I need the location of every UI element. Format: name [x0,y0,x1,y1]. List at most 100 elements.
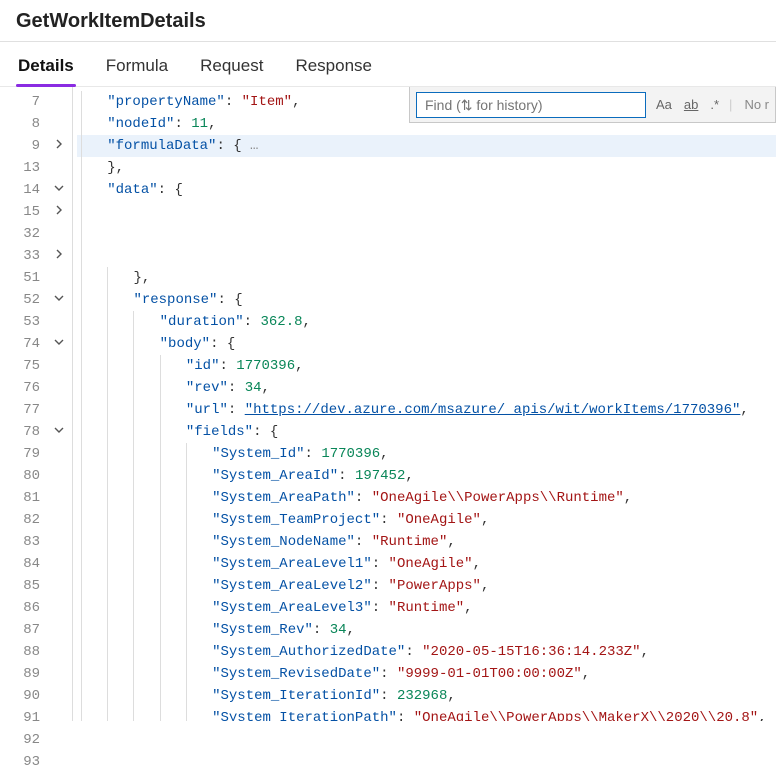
code-line[interactable]: "System_AuthorizedDate": "2020-05-15T16:… [77,641,776,663]
line-number: 92 [0,729,46,751]
fold-toggle[interactable] [46,333,72,355]
regex-toggle[interactable]: .* [708,95,721,114]
fold-toggle [46,113,72,135]
chevron-down-icon[interactable] [54,337,64,347]
chevron-right-icon[interactable] [54,249,64,259]
line-number: 85 [0,575,46,597]
code-line[interactable]: "fields": { [77,421,776,443]
code-line[interactable]: "System_IterationId": 232968, [77,685,776,707]
chevron-right-icon[interactable] [54,139,64,149]
chevron-down-icon[interactable] [54,183,64,193]
tab-bar: Details Formula Request Response [0,42,776,87]
tab-formula[interactable]: Formula [104,50,170,86]
line-number: 84 [0,553,46,575]
line-number: 7 [0,91,46,113]
line-number: 13 [0,157,46,179]
chevron-down-icon[interactable] [54,425,64,435]
fold-toggle[interactable] [46,179,72,201]
code-line[interactable]: "body": { [77,333,776,355]
line-number: 80 [0,465,46,487]
code-line[interactable]: "System_AreaLevel1": "OneAgile", [77,553,776,575]
line-number: 8 [0,113,46,135]
fold-toggle[interactable] [46,201,72,223]
fold-toggle [46,399,72,421]
find-widget[interactable]: Aa ab .* | No r [409,87,776,123]
line-number: 93 [0,751,46,773]
fold-toggle[interactable] [46,135,72,157]
fold-toggle [46,377,72,399]
line-number: 81 [0,487,46,509]
line-number-gutter: 7891314153233515253747576777879808182838… [0,87,46,721]
code-line[interactable] [77,201,776,223]
fold-toggle [46,553,72,575]
code-content[interactable]: "propertyName": "Item", "nodeId": 11, "f… [77,87,776,721]
gutter-border [72,87,73,721]
code-line[interactable]: "System_Rev": 34, [77,619,776,641]
code-line[interactable]: "response": { [77,289,776,311]
fold-toggle [46,157,72,179]
code-line[interactable] [77,223,776,245]
fold-toggle [46,641,72,663]
line-number: 91 [0,707,46,729]
code-line[interactable]: "System_IterationPath": "OneAgile\\Power… [77,707,776,721]
line-number: 82 [0,509,46,531]
code-line[interactable]: "System_AreaLevel3": "Runtime", [77,597,776,619]
fold-toggle [46,465,72,487]
code-line[interactable]: "url": "https://dev.azure.com/msazure/_a… [77,399,776,421]
chevron-right-icon[interactable] [54,205,64,215]
fold-gutter[interactable] [46,87,72,721]
code-editor[interactable]: 7891314153233515253747576777879808182838… [0,87,776,721]
match-case-toggle[interactable]: Aa [654,95,674,114]
fold-toggle [46,575,72,597]
find-input[interactable] [416,92,646,118]
find-divider: | [729,97,732,112]
code-line[interactable]: "System_Id": 1770396, [77,443,776,465]
line-number: 9 [0,135,46,157]
code-line[interactable]: "System_AreaId": 197452, [77,465,776,487]
line-number: 53 [0,311,46,333]
code-line[interactable]: "System_RevisedDate": "9999-01-01T00:00:… [77,663,776,685]
line-number: 88 [0,641,46,663]
line-number: 33 [0,245,46,267]
tab-details[interactable]: Details [16,50,76,86]
code-line[interactable]: }, [77,267,776,289]
whole-word-toggle[interactable]: ab [682,95,700,114]
line-number: 14 [0,179,46,201]
code-line[interactable]: "data": { [77,179,776,201]
code-line[interactable]: "duration": 362.8, [77,311,776,333]
line-number: 74 [0,333,46,355]
fold-toggle [46,267,72,289]
fold-toggle[interactable] [46,421,72,443]
fold-toggle [46,597,72,619]
fold-toggle [46,729,72,751]
chevron-down-icon[interactable] [54,293,64,303]
line-number: 90 [0,685,46,707]
line-number: 77 [0,399,46,421]
line-number: 15 [0,201,46,223]
line-number: 76 [0,377,46,399]
code-line[interactable]: "formulaData": { … [77,135,776,157]
code-line[interactable]: "System_AreaLevel2": "PowerApps", [77,575,776,597]
tab-response[interactable]: Response [293,50,374,86]
fold-toggle[interactable] [46,289,72,311]
code-line[interactable]: "id": 1770396, [77,355,776,377]
find-status: No r [744,97,769,112]
fold-toggle [46,509,72,531]
code-line[interactable]: "System_TeamProject": "OneAgile", [77,509,776,531]
line-number: 79 [0,443,46,465]
code-line[interactable] [77,245,776,267]
line-number: 51 [0,267,46,289]
code-line[interactable]: "System_AreaPath": "OneAgile\\PowerApps\… [77,487,776,509]
code-line[interactable]: "rev": 34, [77,377,776,399]
fold-toggle [46,707,72,729]
line-number: 86 [0,597,46,619]
fold-toggle[interactable] [46,245,72,267]
fold-toggle [46,663,72,685]
fold-toggle [46,91,72,113]
fold-toggle [46,311,72,333]
line-number: 52 [0,289,46,311]
code-line[interactable]: }, [77,157,776,179]
page-title: GetWorkItemDetails [0,0,776,41]
code-line[interactable]: "System_NodeName": "Runtime", [77,531,776,553]
tab-request[interactable]: Request [198,50,265,86]
